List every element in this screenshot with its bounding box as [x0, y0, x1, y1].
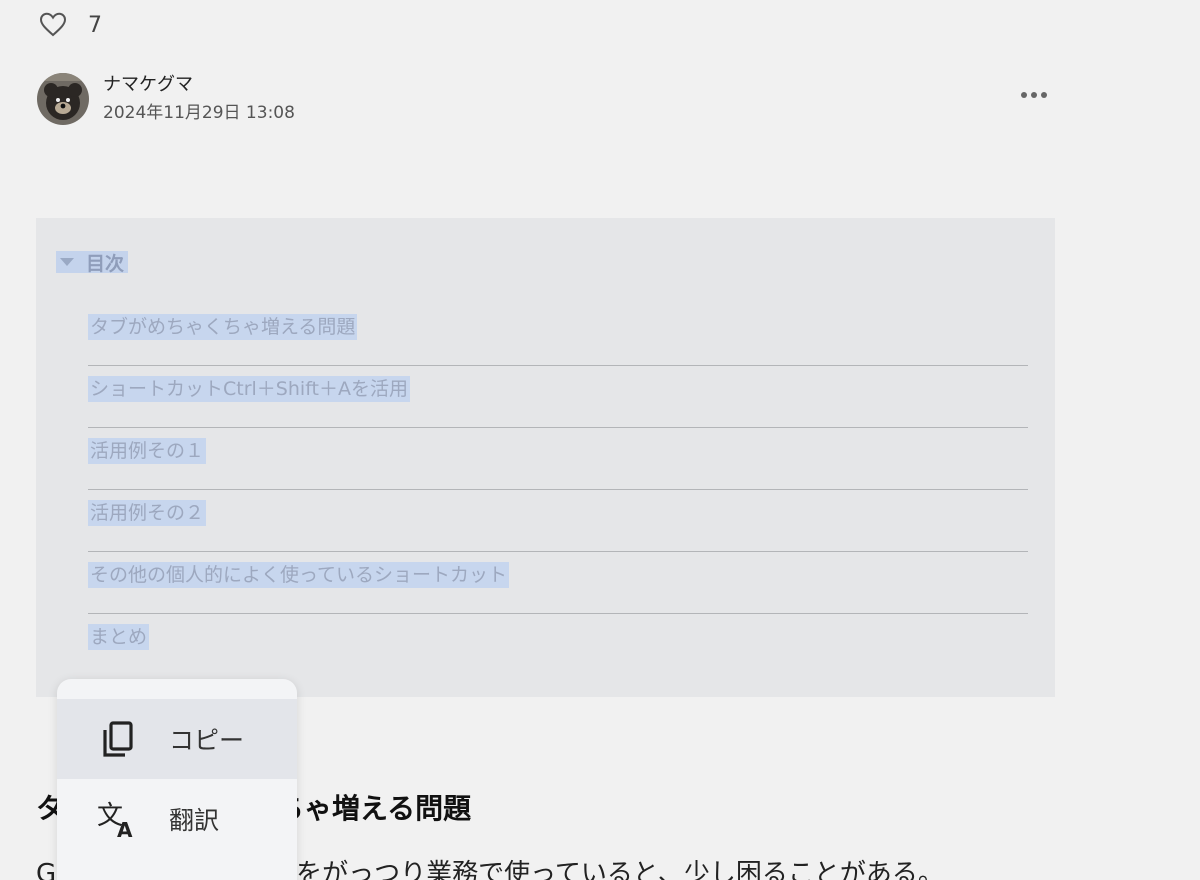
article-page: 7 ナマケグマ 2024年11月29日 13:08 目次 タブがめちゃくちゃ増え… — [0, 0, 1200, 880]
toc-item[interactable]: タブがめちゃくちゃ増える問題 — [88, 304, 1028, 366]
toc-item[interactable]: ショートカットCtrl＋Shift＋Aを活用 — [88, 366, 1028, 428]
svg-text:A: A — [117, 818, 133, 841]
toc-link[interactable]: その他の個人的によく使っているショートカット — [88, 562, 510, 588]
author-block: ナマケグマ 2024年11月29日 13:08 — [37, 73, 295, 125]
toc-link[interactable]: まとめ — [88, 624, 150, 650]
copy-menu-item[interactable]: コピー — [57, 699, 297, 779]
avatar[interactable] — [37, 73, 89, 125]
more-dot — [1031, 92, 1037, 98]
caret-down-icon — [60, 258, 74, 266]
like-row: 7 — [38, 10, 102, 40]
toc-item[interactable]: 活用例その２ — [88, 490, 1028, 552]
copy-label: コピー — [169, 726, 245, 755]
toc-item[interactable]: まとめ — [88, 614, 1028, 676]
author-meta: ナマケグマ 2024年11月29日 13:08 — [103, 74, 295, 124]
author-name[interactable]: ナマケグマ — [103, 74, 295, 96]
translate-label: 翻訳 — [169, 806, 220, 835]
more-options-button[interactable] — [1014, 80, 1054, 110]
toc-toggle[interactable]: 目次 — [56, 250, 129, 275]
body-visible-text: をがっつり業務で使っていると、少し困ることがある。 — [296, 859, 944, 880]
table-of-contents: 目次 タブがめちゃくちゃ増える問題 ショートカットCtrl＋Shift＋Aを活用… — [36, 218, 1055, 697]
like-count: 7 — [88, 12, 102, 38]
toc-link[interactable]: 活用例その２ — [88, 500, 207, 526]
post-date: 2024年11月29日 13:08 — [103, 103, 295, 123]
toc-item[interactable]: 活用例その１ — [88, 428, 1028, 490]
toc-title: 目次 — [86, 252, 125, 275]
heading-visible-text: ちゃ増える問題 — [276, 792, 472, 826]
toc-link[interactable]: ショートカットCtrl＋Shift＋Aを活用 — [88, 376, 410, 402]
translate-icon: 文 A — [95, 797, 139, 841]
toc-header-selection: 目次 — [56, 251, 129, 275]
like-button[interactable] — [38, 10, 68, 40]
context-menu: コピー 文 A 翻訳 — [57, 679, 297, 880]
heart-icon — [39, 12, 67, 37]
toc-link[interactable]: タブがめちゃくちゃ増える問題 — [88, 314, 358, 340]
toc-list: タブがめちゃくちゃ増える問題 ショートカットCtrl＋Shift＋Aを活用 活用… — [88, 304, 1028, 676]
more-dot — [1041, 92, 1047, 98]
copy-icon — [95, 717, 139, 761]
toc-link[interactable]: 活用例その１ — [88, 438, 207, 464]
translate-menu-item[interactable]: 文 A 翻訳 — [57, 779, 297, 859]
body-left-fragment: G — [36, 859, 57, 880]
toc-item[interactable]: その他の個人的によく使っているショートカット — [88, 552, 1028, 614]
more-dot — [1021, 92, 1027, 98]
